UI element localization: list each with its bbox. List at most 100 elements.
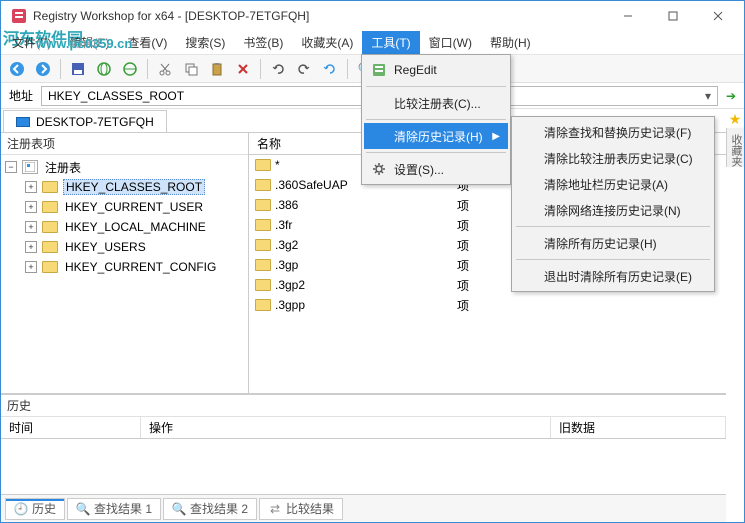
tab-find-2[interactable]: 🔍查找结果 2 bbox=[163, 498, 257, 520]
delete-button[interactable] bbox=[231, 57, 255, 81]
copy-button[interactable] bbox=[179, 57, 203, 81]
folder-icon bbox=[255, 279, 271, 291]
menu-bookmarks[interactable]: 书签(B) bbox=[234, 31, 292, 54]
folder-icon bbox=[255, 199, 271, 211]
menu-clear-on-exit[interactable]: 退出时清除所有历史记录(E) bbox=[514, 263, 712, 289]
menu-clear-search-history[interactable]: 清除查找和替换历史记录(F) bbox=[514, 119, 712, 145]
nav-forward-button[interactable] bbox=[31, 57, 55, 81]
tree-key-label: HKEY_CURRENT_CONFIG bbox=[63, 260, 218, 274]
col-operation[interactable]: 操作 bbox=[141, 417, 551, 438]
menu-clear-network-history[interactable]: 清除网络连接历史记录(N) bbox=[514, 197, 712, 223]
expand-icon[interactable]: + bbox=[25, 201, 37, 213]
separator bbox=[366, 152, 506, 153]
close-button[interactable] bbox=[695, 2, 740, 30]
address-go-button[interactable]: ➔ bbox=[722, 87, 740, 105]
history-header: 历史 bbox=[1, 395, 726, 417]
menu-regedit[interactable]: RegEdit bbox=[364, 57, 508, 83]
tab-find-1[interactable]: 🔍查找结果 1 bbox=[67, 498, 161, 520]
tree-key-label: HKEY_USERS bbox=[63, 240, 148, 254]
undo-button[interactable] bbox=[266, 57, 290, 81]
item-name: .3gpp bbox=[275, 298, 305, 312]
tree-key[interactable]: +HKEY_LOCAL_MACHINE bbox=[1, 217, 248, 237]
menu-help[interactable]: 帮助(H) bbox=[481, 31, 540, 54]
expand-icon[interactable]: + bbox=[25, 181, 37, 193]
favorites-sidebar[interactable]: ★ 收藏夹 bbox=[726, 109, 744, 522]
menu-search[interactable]: 搜索(S) bbox=[176, 31, 234, 54]
redo-button[interactable] bbox=[292, 57, 316, 81]
menu-clear-history[interactable]: 清除历史记录(H) ▶ bbox=[364, 123, 508, 149]
menu-favorites[interactable]: 收藏夹(A) bbox=[292, 31, 362, 54]
menu-edit[interactable]: 编辑(E) bbox=[60, 31, 118, 54]
cut-button[interactable] bbox=[153, 57, 177, 81]
tree-key[interactable]: +HKEY_CLASSES_ROOT bbox=[1, 177, 248, 197]
menu-view[interactable]: 查看(V) bbox=[118, 31, 176, 54]
refresh-button[interactable] bbox=[318, 57, 342, 81]
expand-icon[interactable]: + bbox=[25, 221, 37, 233]
tree-key[interactable]: + HKEY_CURRENT_CONFIG bbox=[1, 257, 248, 277]
tools-dropdown: RegEdit 比较注册表(C)... 清除历史记录(H) ▶ 设置(S)... bbox=[361, 54, 511, 185]
connect2-button[interactable] bbox=[118, 57, 142, 81]
tree-header: 注册表项 bbox=[1, 133, 248, 155]
separator bbox=[516, 259, 710, 260]
tab-history[interactable]: 🕘历史 bbox=[5, 498, 65, 520]
maximize-button[interactable] bbox=[650, 2, 695, 30]
separator bbox=[366, 119, 506, 120]
computer-tab-label: DESKTOP-7ETGFQH bbox=[36, 115, 154, 129]
submenu-arrow-icon: ▶ bbox=[492, 131, 500, 142]
menu-file[interactable]: 文件(F) bbox=[3, 31, 60, 54]
menu-compare-registry[interactable]: 比较注册表(C)... bbox=[364, 90, 508, 116]
history-columns: 时间 操作 旧数据 bbox=[1, 417, 726, 439]
tab-label: 查找结果 1 bbox=[94, 500, 152, 517]
nav-back-button[interactable] bbox=[5, 57, 29, 81]
folder-icon bbox=[255, 259, 271, 271]
connect-button[interactable] bbox=[92, 57, 116, 81]
item-name: .3gp bbox=[275, 258, 298, 272]
minimize-button[interactable] bbox=[605, 2, 650, 30]
folder-icon bbox=[255, 219, 271, 231]
col-old-data[interactable]: 旧数据 bbox=[551, 417, 726, 438]
chevron-down-icon[interactable]: ▾ bbox=[705, 89, 711, 103]
tree-root-label: 注册表 bbox=[43, 159, 83, 176]
tree-key[interactable]: + HKEY_USERS bbox=[1, 237, 248, 257]
history-pane: 历史 时间 操作 旧数据 bbox=[1, 394, 726, 494]
item-label: 清除查找和替换历史记录(F) bbox=[544, 124, 691, 141]
menu-clear-all-history[interactable]: 清除所有历史记录(H) bbox=[514, 230, 712, 256]
paste-button[interactable] bbox=[205, 57, 229, 81]
gear-icon bbox=[370, 160, 388, 178]
history-body[interactable] bbox=[1, 439, 726, 494]
list-item[interactable]: .3gpp项 bbox=[249, 295, 726, 315]
tree-key[interactable]: +HKEY_CURRENT_USER bbox=[1, 197, 248, 217]
tree-root[interactable]: − 注册表 bbox=[1, 157, 248, 177]
expand-icon[interactable]: + bbox=[25, 241, 37, 253]
star-icon: ★ bbox=[729, 111, 742, 128]
tab-label: 历史 bbox=[32, 500, 56, 517]
item-name: .386 bbox=[275, 198, 298, 212]
tree-body[interactable]: − 注册表 +HKEY_CLASSES_ROOT +HKEY_CURRENT_U… bbox=[1, 155, 248, 393]
search-icon: 🔍 bbox=[172, 502, 186, 516]
menu-clear-address-history[interactable]: 清除地址栏历史记录(A) bbox=[514, 171, 712, 197]
tab-compare[interactable]: ⇄比较结果 bbox=[259, 498, 343, 520]
item-label: 清除所有历史记录(H) bbox=[544, 235, 657, 252]
folder-icon bbox=[255, 239, 271, 251]
menu-clear-compare-history[interactable]: 清除比较注册表历史记录(C) bbox=[514, 145, 712, 171]
item-name: * bbox=[275, 158, 280, 172]
separator bbox=[347, 59, 348, 79]
address-value: HKEY_CLASSES_ROOT bbox=[48, 89, 184, 103]
address-label: 地址 bbox=[5, 87, 37, 104]
menu-settings[interactable]: 设置(S)... bbox=[364, 156, 508, 182]
menu-tools[interactable]: 工具(T) bbox=[362, 31, 419, 54]
folder-icon bbox=[42, 241, 58, 253]
item-name: .3fr bbox=[275, 218, 292, 232]
folder-icon bbox=[42, 261, 58, 273]
registry-root-icon bbox=[22, 160, 38, 174]
item-name: .3gp2 bbox=[275, 278, 305, 292]
favorites-label: 收藏夹 bbox=[726, 128, 744, 167]
window-title: Registry Workshop for x64 - [DESKTOP-7ET… bbox=[33, 9, 605, 23]
computer-tab[interactable]: DESKTOP-7ETGFQH bbox=[3, 110, 167, 132]
folder-icon bbox=[42, 221, 58, 233]
save-button[interactable] bbox=[66, 57, 90, 81]
menu-window[interactable]: 窗口(W) bbox=[420, 31, 481, 54]
expand-icon[interactable]: + bbox=[25, 261, 37, 273]
collapse-icon[interactable]: − bbox=[5, 161, 17, 173]
col-time[interactable]: 时间 bbox=[1, 417, 141, 438]
